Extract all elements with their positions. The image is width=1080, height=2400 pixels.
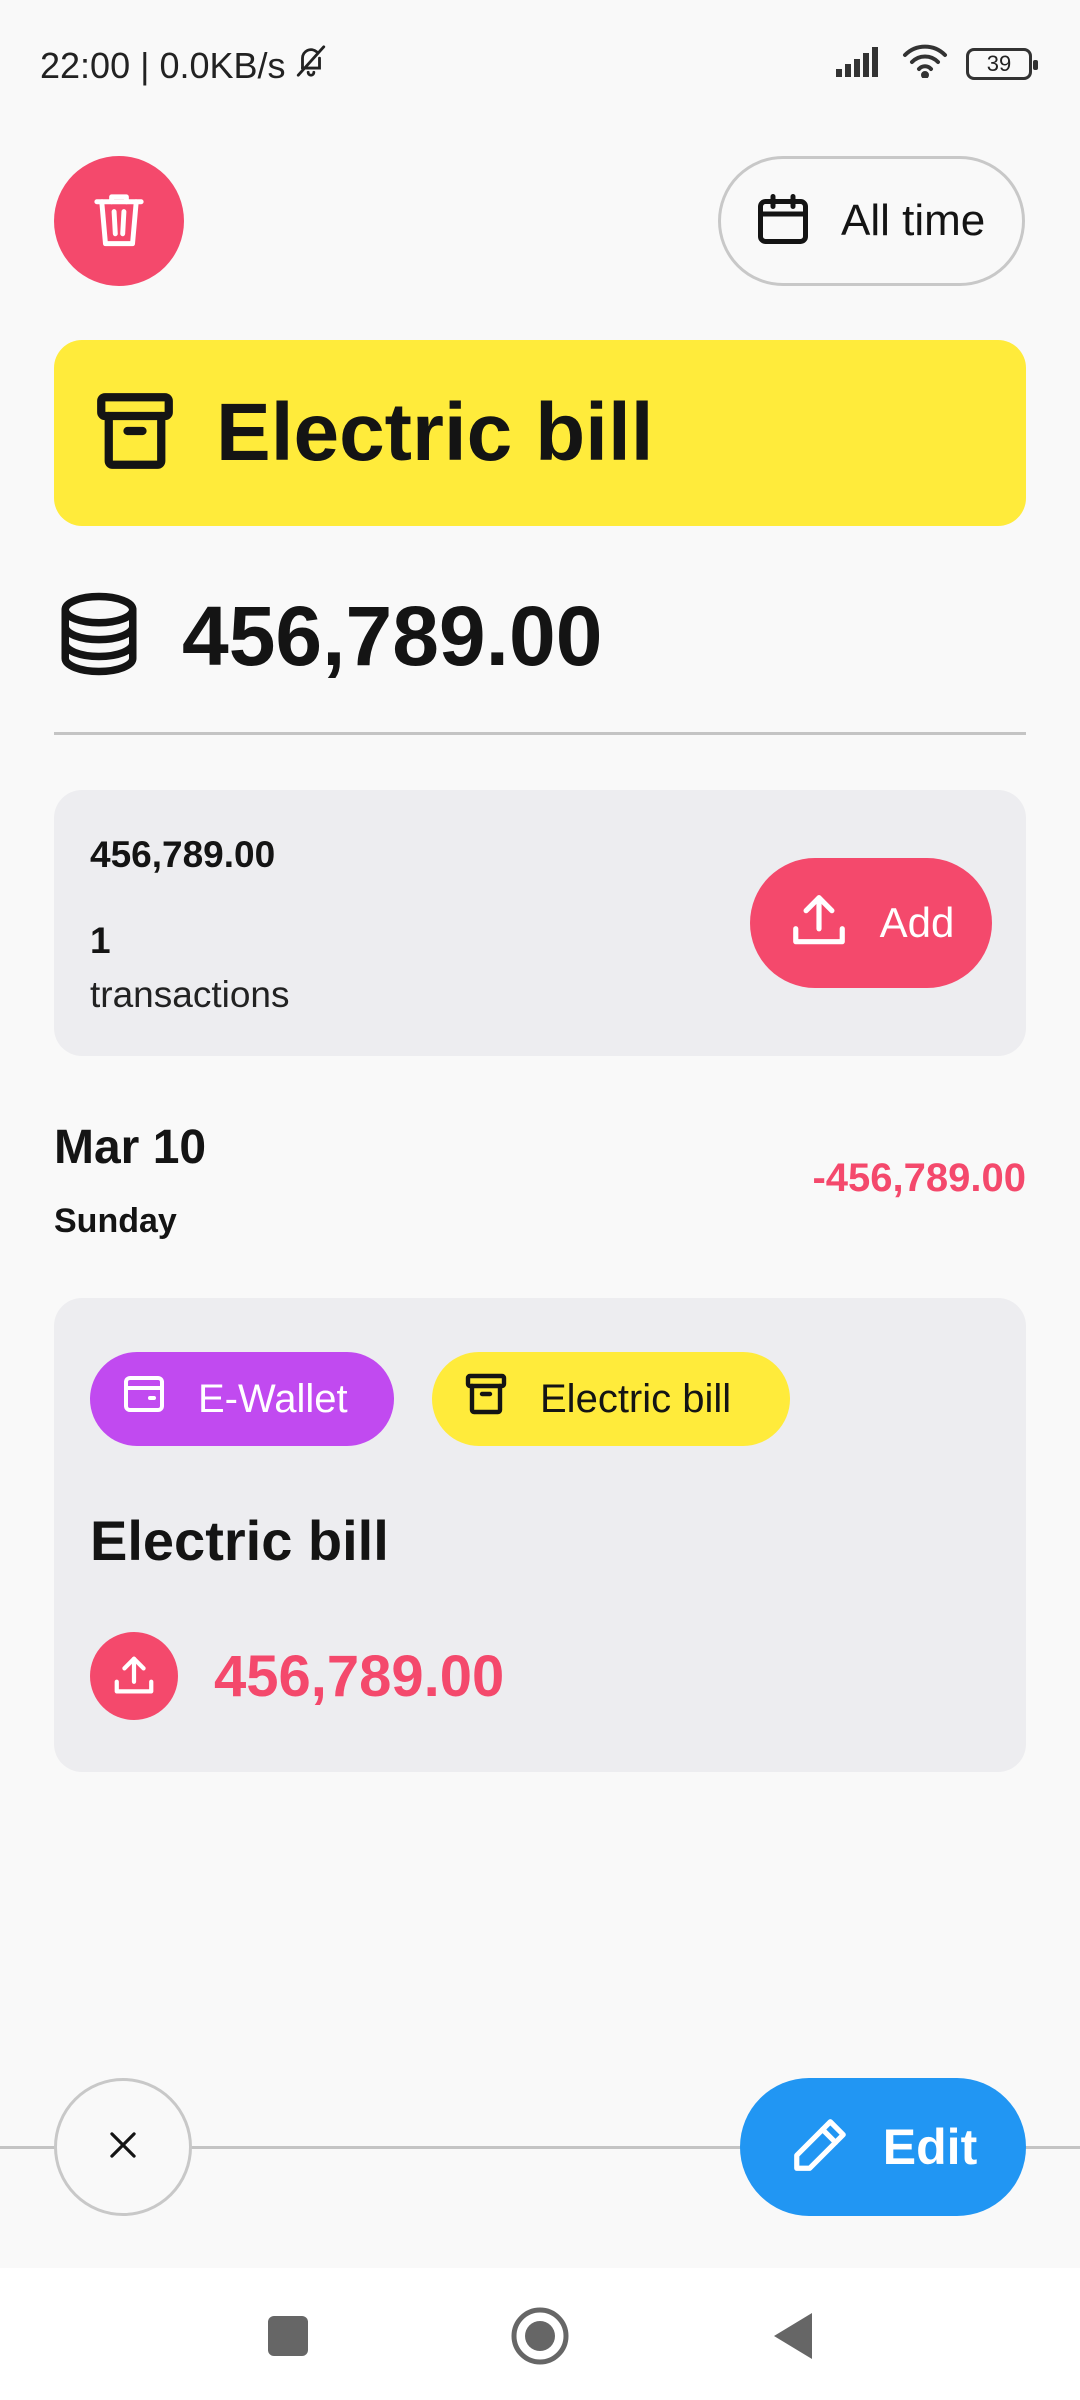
status-time-text: 22:00 | 0.0KB/s [40, 44, 286, 86]
divider [54, 732, 1026, 735]
delete-button[interactable] [54, 156, 184, 286]
category-title: Electric bill [216, 387, 654, 478]
transaction-count: 1 [90, 920, 111, 961]
summary-card: 456,789.00 1 transactions Add [54, 790, 1026, 1056]
bell-off-icon [294, 42, 328, 89]
back-triangle-icon[interactable] [762, 2306, 822, 2366]
category-chip-label: Electric bill [540, 1376, 732, 1421]
total-amount: 456,789.00 [182, 589, 603, 683]
day-total: -456,789.00 [812, 1156, 1026, 1200]
day-date: Mar 10 [54, 1121, 207, 1174]
date-range-button[interactable]: All time [718, 156, 1025, 286]
battery-icon: 39 [966, 47, 1038, 80]
status-time-network: 22:00 | 0.0KB/s [40, 42, 328, 89]
wallet-icon [120, 1370, 168, 1428]
status-icons: 39 [836, 44, 1038, 83]
trash-icon [89, 187, 149, 256]
transaction-count-label: transactions [90, 974, 290, 1015]
add-transaction-button[interactable]: Add [750, 858, 992, 988]
expense-upload-icon [90, 1632, 178, 1720]
close-icon [104, 2126, 142, 2169]
day-weekday: Sunday [54, 1202, 177, 1240]
summary-amount: 456,789.00 [90, 834, 276, 875]
wallet-chip[interactable]: E-Wallet [90, 1352, 394, 1446]
battery-level: 39 [986, 50, 1012, 76]
close-button[interactable] [54, 2078, 192, 2216]
recents-square-icon[interactable] [258, 2306, 318, 2366]
upload-icon [788, 890, 850, 957]
transaction-amount-row: 456,789.00 [90, 1632, 504, 1720]
wifi-icon [902, 44, 948, 83]
add-button-label: Add [879, 899, 955, 946]
coins-stack-icon [54, 589, 144, 684]
edit-button[interactable]: Edit [740, 2078, 1026, 2216]
transaction-card[interactable]: E-Wallet Electric bill Electric bill 456… [54, 1298, 1026, 1772]
transaction-title: Electric bill [90, 1509, 389, 1572]
pencil-icon [789, 2114, 851, 2181]
home-circle-icon[interactable] [510, 2306, 570, 2366]
transaction-amount: 456,789.00 [214, 1643, 505, 1709]
signal-icon [836, 45, 884, 82]
wallet-chip-label: E-Wallet [198, 1376, 348, 1421]
date-range-label: All time [841, 196, 986, 245]
calendar-icon [753, 189, 813, 254]
status-bar: 22:00 | 0.0KB/s 39 [0, 0, 1080, 130]
system-nav-bar [0, 2268, 1080, 2400]
total-balance: 456,789.00 [54, 588, 602, 685]
archive-box-icon [462, 1370, 510, 1428]
edit-button-label: Edit [882, 2119, 978, 2175]
category-chip[interactable]: Electric bill [432, 1352, 790, 1446]
archive-box-icon [90, 386, 180, 481]
category-banner: Electric bill [54, 340, 1026, 526]
